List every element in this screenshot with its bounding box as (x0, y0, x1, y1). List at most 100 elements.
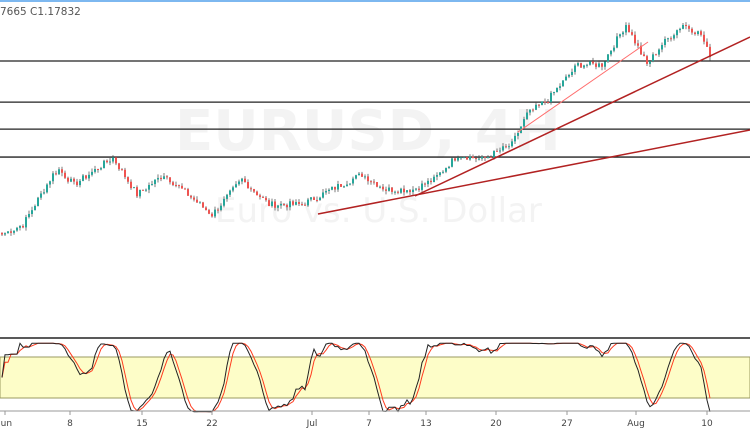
candle-down (178, 185, 180, 187)
candle-down (175, 185, 177, 187)
candle-down (496, 150, 498, 152)
candle-up (58, 169, 60, 175)
candle-down (244, 178, 246, 182)
candle-up (433, 176, 435, 183)
candle-down (670, 38, 672, 40)
x-tick-label: 20 (490, 419, 502, 429)
candle-down (1, 232, 3, 235)
candle-up (586, 64, 588, 66)
candle-down (430, 180, 432, 183)
candle-up (406, 190, 408, 193)
candle-down (121, 169, 123, 171)
candle-down (142, 189, 144, 191)
candle-down (628, 25, 630, 33)
candle-up (241, 178, 243, 182)
candle-up (235, 184, 237, 188)
candle-up (19, 226, 21, 228)
candle-up (562, 80, 564, 87)
candle-up (16, 227, 18, 231)
candle-up (412, 189, 414, 193)
candle-up (445, 168, 447, 172)
candle-up (559, 86, 561, 88)
candle-up (277, 205, 279, 208)
candle-up (31, 210, 33, 215)
candle-up (394, 191, 396, 193)
candle-up (319, 197, 321, 201)
candle-up (493, 150, 495, 158)
candle-down (196, 199, 198, 203)
candle-up (157, 177, 159, 180)
candle-down (130, 181, 132, 189)
candle-up (421, 183, 423, 190)
candle-down (205, 207, 207, 211)
candle-up (622, 32, 624, 35)
candle-down (424, 183, 426, 185)
x-tick-label: 13 (420, 419, 431, 429)
candle-up (679, 28, 681, 31)
candle-down (373, 181, 375, 183)
candle-up (577, 63, 579, 66)
candle-up (229, 190, 231, 195)
candle-up (49, 181, 51, 185)
candle-up (517, 132, 519, 136)
candle-up (499, 150, 501, 152)
x-tick-label: 7 (366, 419, 372, 429)
candle-up (619, 34, 621, 37)
candle-up (364, 176, 366, 178)
candle-down (385, 189, 387, 191)
candle-down (283, 203, 285, 205)
candle-up (673, 35, 675, 39)
candle-up (661, 44, 663, 50)
candle-down (217, 209, 219, 211)
candle-up (325, 191, 327, 193)
candle-down (544, 101, 546, 103)
candle-up (40, 193, 42, 198)
candle-up (664, 38, 666, 45)
candle-up (583, 65, 585, 68)
candle-down (184, 188, 186, 190)
candle-up (442, 171, 444, 173)
candle-up (487, 156, 489, 158)
candle-down (592, 61, 594, 64)
x-tick-label: 22 (206, 419, 217, 429)
candle-up (604, 61, 606, 67)
candle-down (454, 158, 456, 161)
candle-up (427, 180, 429, 185)
candle-up (91, 171, 93, 175)
candle-down (292, 201, 294, 205)
candle-down (475, 158, 477, 160)
candle-up (4, 233, 6, 235)
candle-down (106, 160, 108, 163)
candle-up (109, 161, 111, 163)
candle-down (85, 175, 87, 179)
candle-up (625, 25, 627, 33)
candle-up (7, 231, 9, 234)
candle-down (247, 181, 249, 189)
candle-down (22, 226, 24, 228)
candle-down (127, 177, 129, 182)
x-tick-label: Jun (0, 419, 12, 429)
price-chart[interactable]: EURUSD, 4H Euro vs. U.S. Dollar Jun81522… (0, 0, 750, 430)
candle-up (613, 47, 615, 51)
candle-down (256, 191, 258, 196)
candle-down (532, 109, 534, 111)
candle-up (37, 197, 39, 206)
stochastic-band (0, 356, 750, 399)
candle-down (166, 176, 168, 178)
candle-up (469, 156, 471, 160)
candle-up (343, 186, 345, 188)
candle-up (514, 135, 516, 142)
candle-down (55, 173, 57, 175)
candle-down (316, 199, 318, 201)
candle-down (268, 200, 270, 207)
candle-up (349, 183, 351, 185)
candle-down (601, 63, 603, 67)
candle-down (631, 32, 633, 35)
candle-down (97, 168, 99, 170)
candle-up (697, 31, 699, 35)
trendline-short (517, 41, 649, 133)
candle-down (694, 32, 696, 35)
candle-down (259, 195, 261, 197)
candle-up (535, 104, 537, 110)
candle-up (226, 194, 228, 199)
